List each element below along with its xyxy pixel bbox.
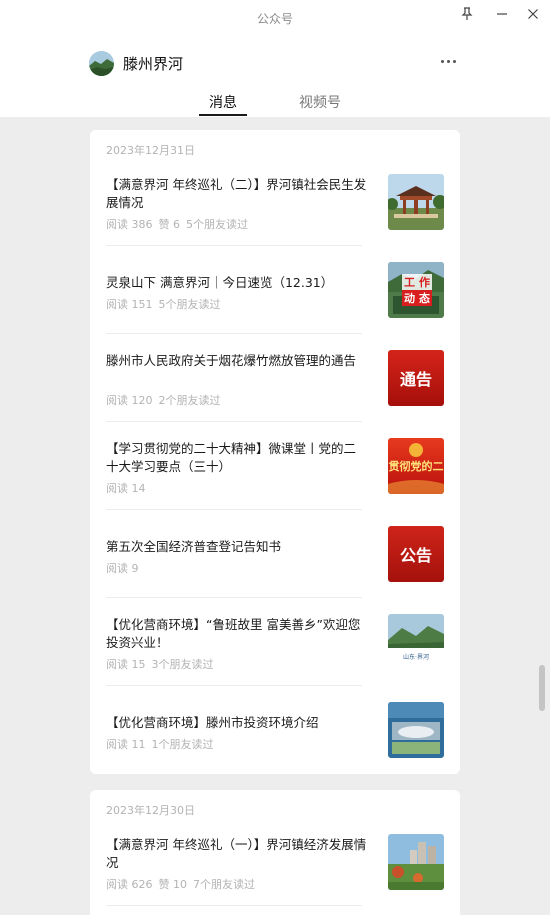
pin-icon (461, 7, 473, 20)
read-count: 阅读 11 (106, 738, 146, 751)
article-stats: 阅读 15 3个朋友读过 (106, 656, 220, 672)
friends-read: 7个朋友读过 (193, 878, 255, 891)
divider (106, 597, 362, 598)
article-item[interactable]: 【满意界河 年终巡礼（一）】界河镇经济发展情况 阅读 626 赞 10 7个朋友读过 (90, 828, 460, 915)
tab-video-channel[interactable]: 视频号 (290, 92, 350, 112)
article-stats: 阅读 151 5个朋友读过 (106, 296, 227, 312)
friends-read: 5个朋友读过 (186, 218, 248, 231)
read-count: 阅读 9 (106, 562, 139, 575)
article-item[interactable]: 【学习贯彻党的二十大精神】微课堂丨党的二十大学习要点（三十） 阅读 14 贯彻党… (90, 432, 460, 520)
article-stats: 阅读 9 (106, 560, 145, 576)
article-stats: 阅读 386 赞 6 5个朋友读过 (106, 216, 254, 232)
read-count: 阅读 120 (106, 394, 153, 407)
message-card: 2023年12月30日 【满意界河 年终巡礼（一）】界河镇经济发展情况 阅读 6… (90, 790, 460, 915)
article-stats: 阅读 11 1个朋友读过 (106, 736, 220, 752)
read-count: 阅读 626 (106, 878, 153, 891)
friends-read: 5个朋友读过 (158, 298, 221, 311)
read-count: 阅读 386 (106, 218, 153, 231)
article-title: 滕州市人民政府关于烟花爆竹燃放管理的通告 (106, 353, 357, 368)
thumb-text: 贯彻党的二 (388, 460, 444, 473)
minimize-icon (497, 13, 507, 15)
thumb-text: 公告 (399, 546, 432, 565)
tab-bar: 消息 视频号 (0, 88, 550, 118)
article-thumbnail[interactable]: 贯彻党的二 (388, 438, 444, 494)
close-button[interactable] (520, 4, 546, 24)
article-stats: 阅读 120 2个朋友读过 (106, 392, 227, 408)
article-item[interactable]: 第五次全国经济普查登记告知书 阅读 9 公告 (90, 520, 460, 608)
article-thumbnail[interactable]: 公告 (388, 526, 444, 582)
friends-read: 1个朋友读过 (151, 738, 214, 751)
minimize-button[interactable] (489, 4, 515, 24)
thumb-text: 山东·界河 (403, 654, 429, 661)
card-date: 2023年12月30日 (106, 804, 195, 817)
friends-read: 3个朋友读过 (151, 658, 214, 671)
article-stats: 阅读 14 (106, 480, 152, 496)
divider (106, 245, 362, 246)
thumb-text: 作 (417, 274, 432, 290)
message-card: 2023年12月31日 【满意界河 年终巡礼（二）】界河镇社会民生发展情况 阅读… (90, 130, 460, 774)
article-item[interactable]: 【满意界河 年终巡礼（二）】界河镇社会民生发展情况 阅读 386 赞 6 5个朋友读… (90, 168, 460, 256)
article-title: 第五次全国经济普查登记告知书 (106, 539, 282, 554)
avatar[interactable] (89, 50, 114, 76)
close-icon (528, 9, 538, 19)
read-count: 阅读 15 (106, 658, 146, 671)
thumb-text: 动 (402, 290, 417, 306)
article-thumbnail[interactable] (388, 702, 444, 758)
article-title: 【优化营商环境】滕州市投资环境介绍 (106, 715, 319, 730)
article-item[interactable]: 【优化营商环境】“鲁班故里 富美善乡”欢迎您投资兴业！ 阅读 15 3个朋友读过 … (90, 608, 460, 696)
more-button[interactable] (436, 50, 460, 72)
card-date: 2023年12月31日 (106, 144, 195, 157)
article-item[interactable]: 灵泉山下 满意界河｜今日速览（12.31） 阅读 151 5个朋友读过 工 作 动… (90, 256, 460, 344)
article-thumbnail[interactable]: 工 作 动 态 (388, 262, 444, 318)
article-thumbnail[interactable]: 山东·界河 (388, 614, 444, 670)
thumb-text: 态 (417, 290, 432, 306)
thumb-text: 工 (402, 274, 417, 290)
message-feed[interactable]: 2023年12月31日 【满意界河 年终巡礼（二）】界河镇社会民生发展情况 阅读… (0, 117, 550, 915)
more-dots-icon (440, 59, 444, 63)
article-title: 灵泉山下 满意界河｜今日速览（12.31） (106, 275, 334, 290)
divider (106, 421, 362, 422)
article-thumbnail[interactable]: 通告 (388, 350, 444, 406)
scrollbar-thumb[interactable] (539, 665, 545, 711)
article-item[interactable]: 滕州市人民政府关于烟花爆竹燃放管理的通告 阅读 120 2个朋友读过 通告 (90, 344, 460, 432)
article-title: 【满意界河 年终巡礼（二）】界河镇社会民生发展情况 (106, 177, 367, 210)
friends-read: 2个朋友读过 (158, 394, 221, 407)
article-title: 【学习贯彻党的二十大精神】微课堂丨党的二十大学习要点（三十） (106, 441, 357, 474)
divider (106, 509, 362, 510)
divider (106, 905, 362, 906)
article-thumbnail[interactable] (388, 834, 444, 890)
divider (106, 685, 362, 686)
account-name: 滕州界河 (123, 54, 184, 73)
article-item[interactable]: 【优化营商环境】滕州市投资环境介绍 阅读 11 1个朋友读过 (90, 696, 460, 784)
divider (106, 333, 362, 334)
article-stats: 阅读 626 赞 10 7个朋友读过 (106, 876, 261, 892)
article-thumbnail[interactable] (388, 174, 444, 230)
article-title: 【满意界河 年终巡礼（一）】界河镇经济发展情况 (106, 837, 367, 870)
active-tab-indicator (199, 114, 247, 116)
title-bar: 公众号 (0, 0, 550, 36)
thumb-text: 通告 (399, 370, 432, 389)
account-header[interactable]: 滕州界河 (89, 50, 183, 76)
article-title: 【优化营商环境】“鲁班故里 富美善乡”欢迎您投资兴业！ (106, 617, 361, 650)
like-count: 赞 10 (158, 878, 188, 891)
scrollbar[interactable] (537, 117, 547, 915)
like-count: 赞 6 (158, 218, 181, 231)
pin-button[interactable] (454, 4, 480, 24)
read-count: 阅读 14 (106, 482, 146, 495)
read-count: 阅读 151 (106, 298, 153, 311)
tab-messages[interactable]: 消息 (198, 92, 248, 112)
